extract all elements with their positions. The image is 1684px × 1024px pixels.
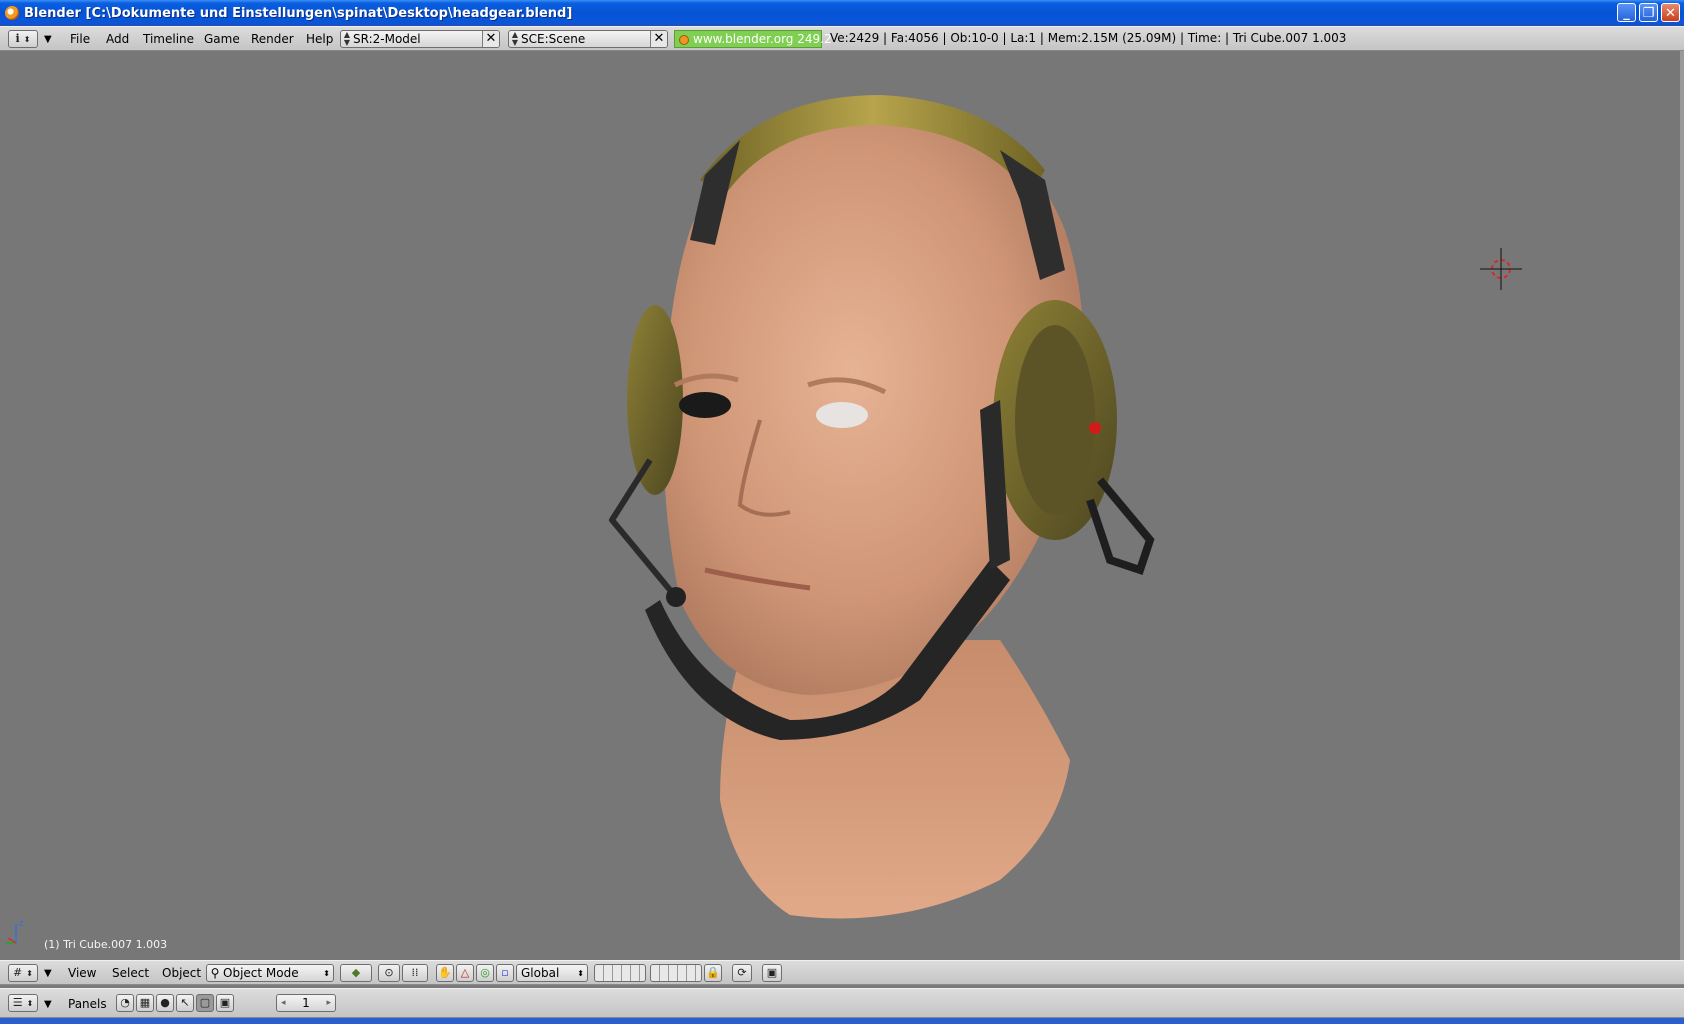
updown-icon: ▲ ▼	[343, 30, 351, 47]
menu-render[interactable]: Render	[251, 31, 294, 48]
version-badge: www.blender.org 249.2	[674, 30, 832, 48]
chevron-right-icon[interactable]: ▸	[326, 998, 331, 1008]
shading-cube-icon: ◆	[351, 966, 361, 979]
logic-icon: ◔	[120, 996, 130, 1009]
chevron-left-icon[interactable]: ◂	[281, 998, 286, 1008]
triangle-icon: △	[460, 966, 470, 979]
view-axes-icon: z	[6, 919, 24, 944]
opengl-render-button[interactable]: ⟳	[732, 964, 752, 982]
screen-name: SR:2-Model	[353, 32, 421, 46]
manipulator-toggle-button[interactable]: ✋	[436, 964, 454, 982]
frame-number: 1	[302, 996, 310, 1010]
menu-file[interactable]: File	[70, 31, 90, 48]
collapse-menu-triangle-icon[interactable]: ▼	[44, 31, 52, 48]
scene-image-icon: ▣	[219, 996, 231, 1009]
delete-screen-icon[interactable]: ✕	[482, 31, 499, 47]
blender-logo-icon	[679, 35, 689, 45]
scene-name: SCE:Scene	[521, 32, 586, 46]
menu-game[interactable]: Game	[204, 31, 240, 48]
editor-type-buttons-button[interactable]: ☰ ⬍	[8, 994, 38, 1012]
blender-logo-icon	[5, 6, 19, 20]
menu-view[interactable]: View	[68, 965, 96, 982]
minimize-button[interactable]: _	[1617, 3, 1636, 22]
sphere-icon: ●	[160, 996, 170, 1009]
scene-selector[interactable]: ▲ ▼ SCE:Scene ✕	[508, 30, 668, 48]
3d-cursor-icon	[1480, 248, 1522, 290]
updown-icon: ⬍	[26, 969, 33, 978]
grid-icon: #	[13, 966, 23, 979]
buttons-window-icon: ☰	[12, 996, 23, 1009]
lock-icon: 🔒	[706, 966, 720, 979]
updown-icon: ⬍	[26, 999, 34, 1008]
edit-mesh-icon: ▢	[199, 996, 211, 1009]
menu-help[interactable]: Help	[306, 31, 333, 48]
script-icon: ▦	[139, 996, 151, 1009]
editor-type-info-button[interactable]: i ⬍	[8, 30, 38, 48]
editing-context-button[interactable]: ▢	[196, 994, 214, 1012]
orientation-name: Global	[521, 966, 560, 980]
delete-scene-icon[interactable]: ✕	[650, 31, 667, 47]
active-object-label: (1) Tri Cube.007 1.003	[44, 938, 168, 951]
menu-object[interactable]: Object	[162, 965, 201, 982]
collapse-menu-triangle-icon[interactable]: ▼	[44, 996, 52, 1013]
maximize-button[interactable]: ❐	[1639, 3, 1658, 22]
axis-icon: ↖	[180, 996, 190, 1009]
taskbar-strip	[0, 1018, 1684, 1024]
close-button[interactable]: ✕	[1661, 3, 1680, 22]
snap-button[interactable]: ⁞⁞	[402, 964, 428, 982]
scene-stats: Ve:2429 | Fa:4056 | Ob:10-0 | La:1 | Mem…	[830, 31, 1347, 45]
rotate-manipulator-button[interactable]: ◎	[476, 964, 494, 982]
layer-buttons-group-1[interactable]	[594, 964, 646, 982]
hand-icon: ✋	[438, 966, 452, 979]
screen-selector[interactable]: ▲ ▼ SR:2-Model ✕	[340, 30, 500, 48]
menu-panels[interactable]: Panels	[68, 996, 107, 1013]
info-header: i ⬍ ▼ File Add Timeline Game Render Help …	[0, 26, 1684, 51]
head-model	[609, 95, 1155, 919]
snap-dots-icon: ⁞⁞	[411, 966, 419, 979]
pivot-icon: ⊙	[384, 966, 394, 979]
editor-type-3dview-button[interactable]: # ⬍	[8, 964, 38, 982]
buttons-window-header: ☰ ⬍ ▼ Panels ◔ ▦ ● ↖ ▢ ▣ ◂ 1 ▸	[0, 988, 1684, 1018]
object-mode-icon: ⚲	[210, 966, 220, 980]
object-context-button[interactable]: ↖	[176, 994, 194, 1012]
info-icon: i	[15, 32, 20, 45]
lock-layers-button[interactable]: 🔒	[704, 964, 722, 982]
picture-icon: ▣	[766, 966, 778, 979]
scene-context-button[interactable]: ▣	[216, 994, 234, 1012]
pivot-button[interactable]: ⊙	[378, 964, 400, 982]
version-text: www.blender.org 249.2	[693, 32, 832, 46]
orientation-selector[interactable]: Global ⬍	[516, 964, 588, 982]
updown-icon: ▲ ▼	[511, 30, 519, 47]
menu-select[interactable]: Select	[112, 965, 149, 982]
mode-selector[interactable]: ⚲ Object Mode ⬍	[206, 964, 334, 982]
layer-buttons-group-2[interactable]	[650, 964, 702, 982]
circle-icon: ◎	[480, 966, 490, 979]
logic-context-button[interactable]: ◔	[116, 994, 134, 1012]
collapse-menu-triangle-icon[interactable]: ▼	[44, 965, 52, 982]
viewport-right-edge	[1680, 51, 1684, 960]
script-context-button[interactable]: ▦	[136, 994, 154, 1012]
render-icon: ⟳	[737, 966, 747, 979]
mode-name: Object Mode	[223, 966, 299, 980]
translate-manipulator-button[interactable]: △	[456, 964, 474, 982]
updown-icon: ⬍	[23, 35, 31, 44]
scale-manipulator-button[interactable]: ▫	[496, 964, 514, 982]
square-icon: ▫	[501, 966, 509, 979]
window-controls: _ ❐ ✕	[1617, 3, 1680, 22]
shading-context-button[interactable]: ●	[156, 994, 174, 1012]
3d-viewport[interactable]	[0, 51, 1684, 960]
menu-timeline[interactable]: Timeline	[143, 31, 194, 48]
updown-icon: ⬍	[323, 968, 330, 978]
3d-view-header: # ⬍ ▼ View Select Object ⚲ Object Mode ⬍ …	[0, 960, 1684, 985]
window-titlebar[interactable]: Blender [C:\Dokumente und Einstellungen\…	[0, 0, 1684, 26]
window-title: Blender [C:\Dokumente und Einstellungen\…	[24, 5, 573, 21]
frame-number-field[interactable]: ◂ 1 ▸	[276, 994, 336, 1012]
render-image-button[interactable]: ▣	[762, 964, 782, 982]
axis-z-label: z	[19, 919, 24, 929]
updown-icon: ⬍	[577, 968, 584, 978]
menu-add[interactable]: Add	[106, 31, 129, 48]
draw-type-button[interactable]: ◆	[340, 964, 372, 982]
